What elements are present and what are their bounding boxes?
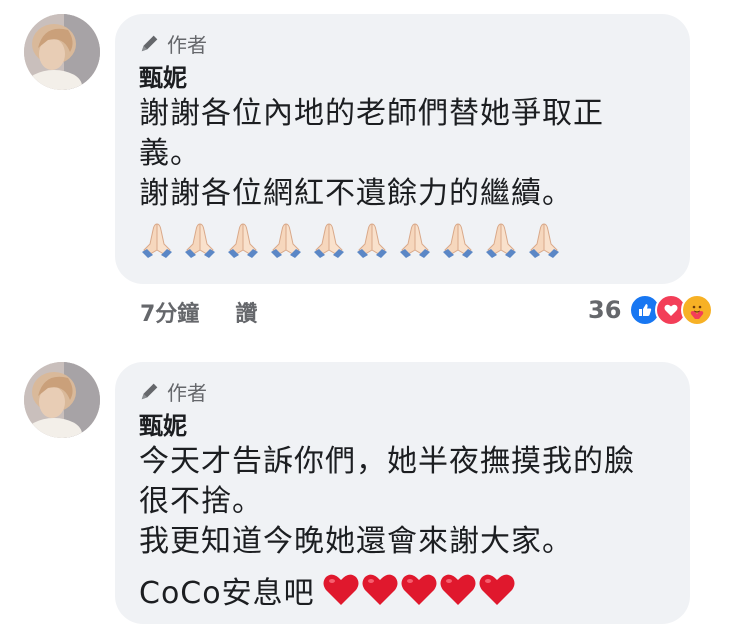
folded-hands-emoji — [486, 223, 516, 258]
folded-hands-emoji — [271, 223, 301, 258]
folded-hands-emoji — [185, 223, 215, 258]
comment-text-line: 義。 — [139, 136, 201, 171]
reaction-count: 36 — [588, 296, 622, 324]
comment-text-line: CoCo安息吧 — [139, 576, 315, 611]
pencil-icon — [141, 383, 158, 400]
comment-last-line: CoCo安息吧 — [139, 568, 668, 612]
red-heart-emoji-row — [321, 572, 516, 608]
folded-hands-emoji — [228, 223, 258, 258]
red-heart-emoji — [362, 574, 398, 605]
red-heart-emoji — [401, 574, 437, 605]
folded-hands-emoji — [142, 223, 172, 258]
pencil-icon — [141, 35, 158, 52]
comment-author-name[interactable]: 甄妮 — [139, 62, 668, 94]
comment-text-line: 謝謝各位內地的老師們替她爭取正 — [139, 96, 604, 131]
reaction-summary[interactable]: 36 — [588, 294, 714, 326]
red-heart-emoji — [479, 574, 515, 605]
folded-hands-emoji — [443, 223, 473, 258]
like-button[interactable]: 讚 — [235, 296, 257, 328]
folded-hands-emoji — [529, 223, 559, 258]
author-badge: 作者 — [139, 30, 668, 57]
folded-hands-emoji — [314, 223, 344, 258]
comment-bubble: 作者 甄妮 謝謝各位內地的老師們替她爭取正 義。 謝謝各位網紅不遺餘力的繼續。 — [115, 14, 690, 284]
comment-timestamp[interactable]: 7分鐘 — [140, 296, 199, 328]
author-avatar[interactable] — [24, 362, 100, 438]
comment-author-name[interactable]: 甄妮 — [139, 410, 668, 442]
folded-hands-emoji-row — [139, 220, 668, 260]
care-reaction-icon — [681, 294, 714, 326]
author-badge-label: 作者 — [167, 380, 207, 405]
red-heart-emoji — [323, 574, 359, 605]
comment-text-line: 謝謝各位網紅不遺餘力的繼續。 — [139, 176, 573, 211]
comment-meta: 7分鐘 讚 — [140, 296, 257, 328]
red-heart-emoji — [440, 574, 476, 605]
comment-bubble: 作者 甄妮 今天才告訴你們，她半夜撫摸我的臉 很不捨。 我更知道今晚她還會來謝大… — [115, 362, 690, 624]
comment-text-line: 很不捨。 — [139, 484, 263, 519]
author-avatar[interactable] — [24, 14, 100, 90]
comment-text-line: 我更知道今晚她還會來謝大家。 — [139, 524, 573, 559]
author-badge: 作者 — [139, 378, 668, 405]
author-badge-label: 作者 — [167, 32, 207, 57]
folded-hands-emoji — [400, 223, 430, 258]
comment-text-line: 今天才告訴你們，她半夜撫摸我的臉 — [139, 444, 635, 479]
folded-hands-emoji — [357, 223, 387, 258]
